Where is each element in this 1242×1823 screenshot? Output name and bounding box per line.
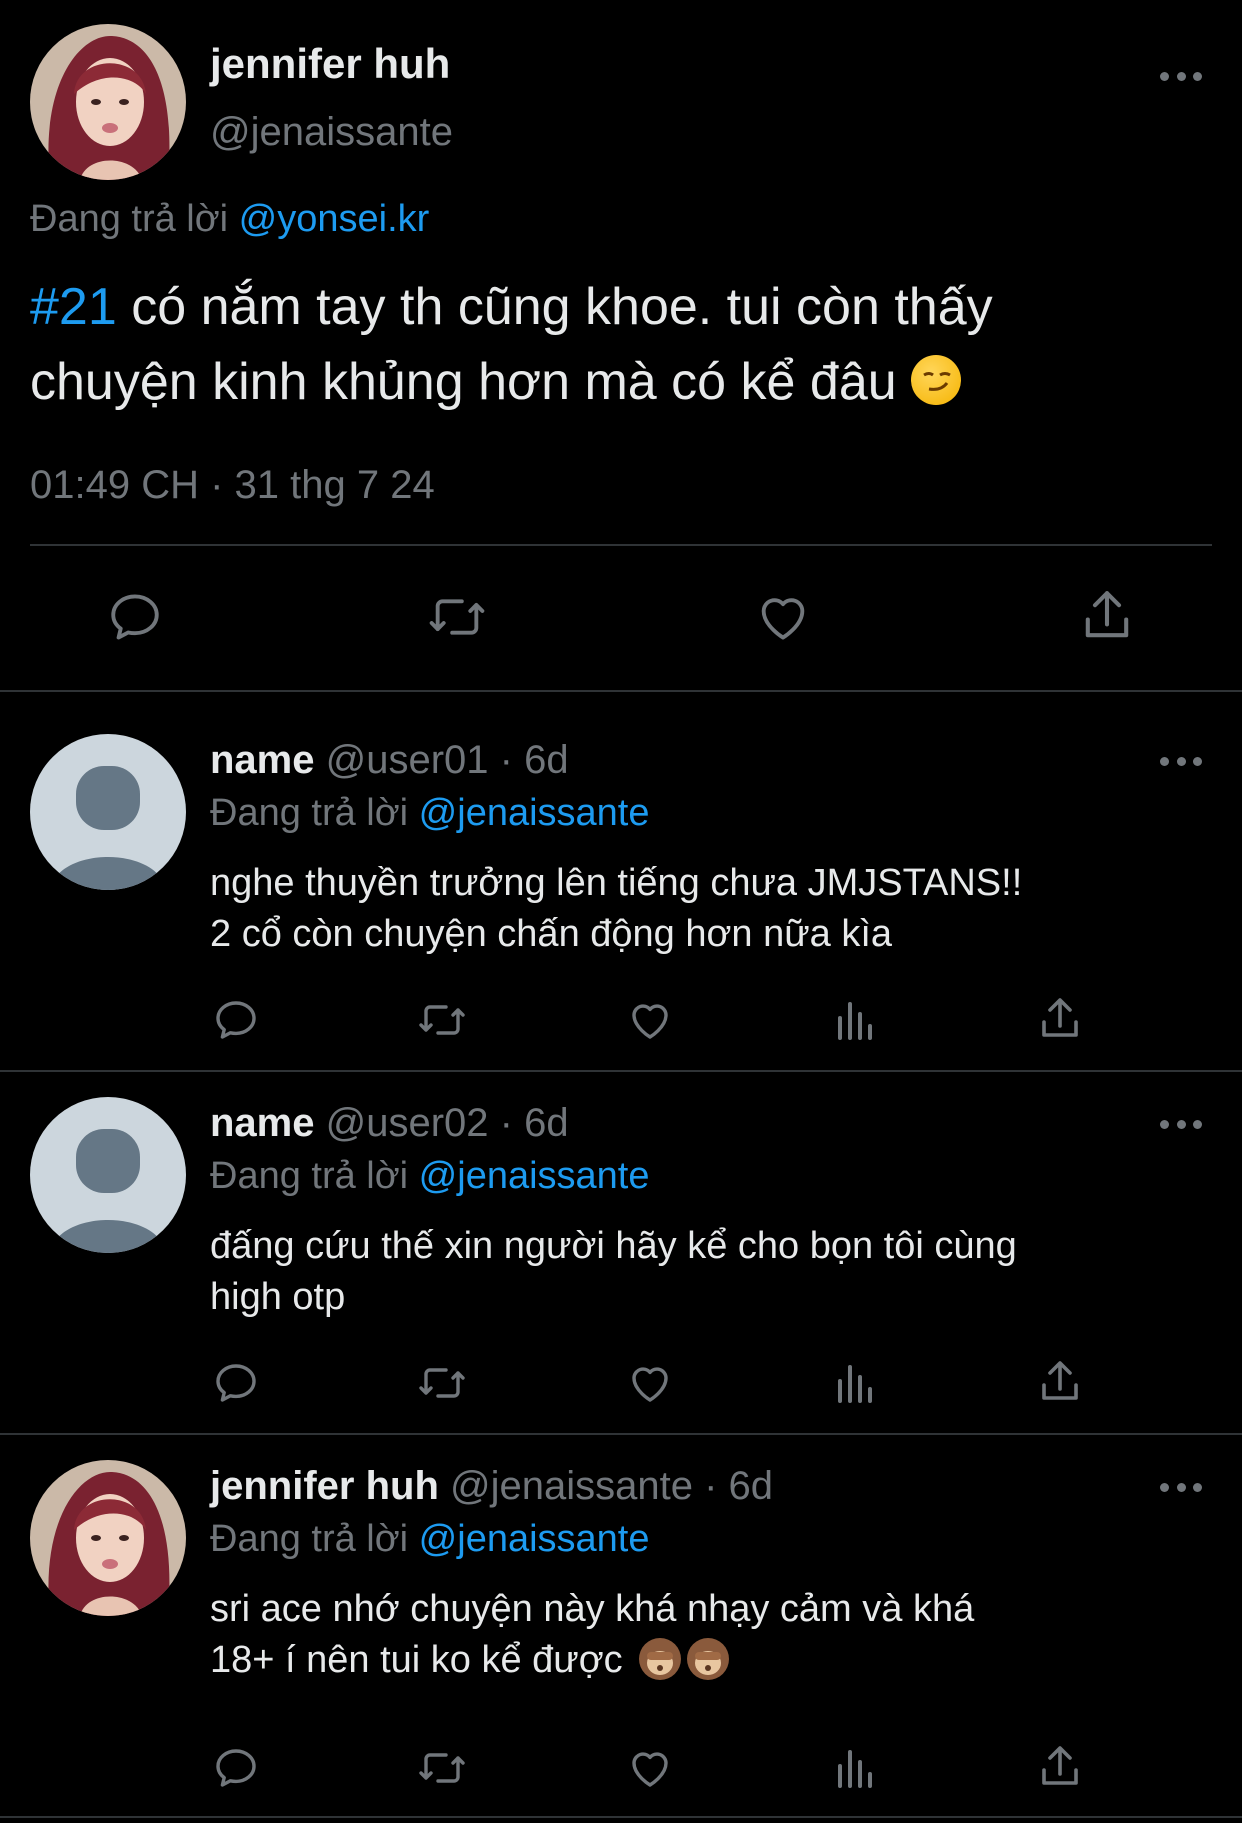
reply-to-link[interactable]: @yonsei.kr [239,198,430,240]
more-options-icon[interactable] [1160,754,1202,768]
tweet-text-line-2: chuyện kinh khủng hơn mà có kể đâu [30,345,1220,420]
share-icon[interactable] [1036,1357,1084,1407]
reply-avatar[interactable] [30,1097,186,1253]
tweet-timestamp: 01:49 CH · 31 thg 7 24 [30,463,435,507]
tweet-text-line-1: #21 có nắm tay th cũng khoe. tui còn thấ… [30,278,993,336]
reply-to-link[interactable]: @jenaissante [419,1518,650,1560]
reply-to-link[interactable]: @jenaissante [419,1155,650,1197]
author-name[interactable]: jennifer huh [210,40,450,88]
retweet-icon[interactable] [424,588,490,646]
reply-handle-time[interactable]: @user02 · 6d [326,1101,569,1145]
reply-context: Đang trả lời @jenaissante [210,1155,650,1197]
reply-header: name @user01 · 6d [210,738,569,783]
share-icon[interactable] [1036,994,1084,1044]
reply-to-link[interactable]: @jenaissante [419,792,650,834]
reply-prefix: Đang trả lời [30,198,229,240]
reply-icon[interactable] [106,588,164,646]
tweet-text: #21 có nắm tay th cũng khoe. tui còn thấ… [30,270,1220,420]
retweet-icon[interactable] [414,1744,470,1792]
more-options-icon[interactable] [1160,69,1202,83]
see-no-evil-monkey-icon [687,1638,730,1680]
like-icon[interactable] [626,1744,674,1792]
reply-divider [0,1433,1242,1435]
more-options-icon[interactable] [1160,1480,1202,1494]
more-options-icon[interactable] [1160,1117,1202,1131]
author-avatar[interactable] [30,24,186,180]
retweet-icon[interactable] [414,1359,470,1407]
smirking-face-icon [911,355,962,405]
views-icon[interactable] [832,996,880,1044]
reply-icon[interactable] [212,1359,260,1407]
reply-text: nghe thuyền trưởng lên tiếng chưa JMJSTA… [210,862,1023,955]
reply-divider [0,1816,1242,1818]
reply-avatar[interactable] [30,734,186,890]
reply-header: name @user02 · 6d [210,1101,569,1146]
reply-handle-time[interactable]: @user01 · 6d [326,738,569,782]
reply-context: Đang trả lời @yonsei.kr [30,198,429,241]
reply-text: đấng cứu thế xin người hãy kể cho bọn tô… [210,1225,1017,1318]
like-icon[interactable] [754,588,812,646]
reply-divider [0,1070,1242,1072]
see-no-evil-monkey-icon [639,1638,682,1680]
reply-author-name[interactable]: jennifer huh [210,1464,439,1508]
timestamp-divider [30,544,1212,546]
reply-context: Đang trả lời @jenaissante [210,792,650,834]
reply-icon[interactable] [212,996,260,1044]
reply-author-name[interactable]: name [210,738,315,782]
share-icon[interactable] [1036,1742,1084,1792]
tweet-divider [0,690,1242,692]
like-icon[interactable] [626,996,674,1044]
reply-text: sri ace nhớ chuyện này khá nhạy cảm và k… [210,1588,975,1681]
reply-author-name[interactable]: name [210,1101,315,1145]
reply-icon[interactable] [212,1744,260,1792]
reply-header: jennifer huh @jenaissante · 6d [210,1464,773,1509]
views-icon[interactable] [832,1744,880,1792]
reply-avatar[interactable] [30,1460,186,1616]
reply-context: Đang trả lời @jenaissante [210,1518,650,1560]
author-handle[interactable]: @jenaissante [210,110,453,155]
share-icon[interactable] [1078,586,1136,646]
reply-handle-time[interactable]: @jenaissante · 6d [450,1464,773,1508]
retweet-icon[interactable] [414,996,470,1044]
like-icon[interactable] [626,1359,674,1407]
hashtag-link[interactable]: #21 [30,278,117,336]
views-icon[interactable] [832,1359,880,1407]
